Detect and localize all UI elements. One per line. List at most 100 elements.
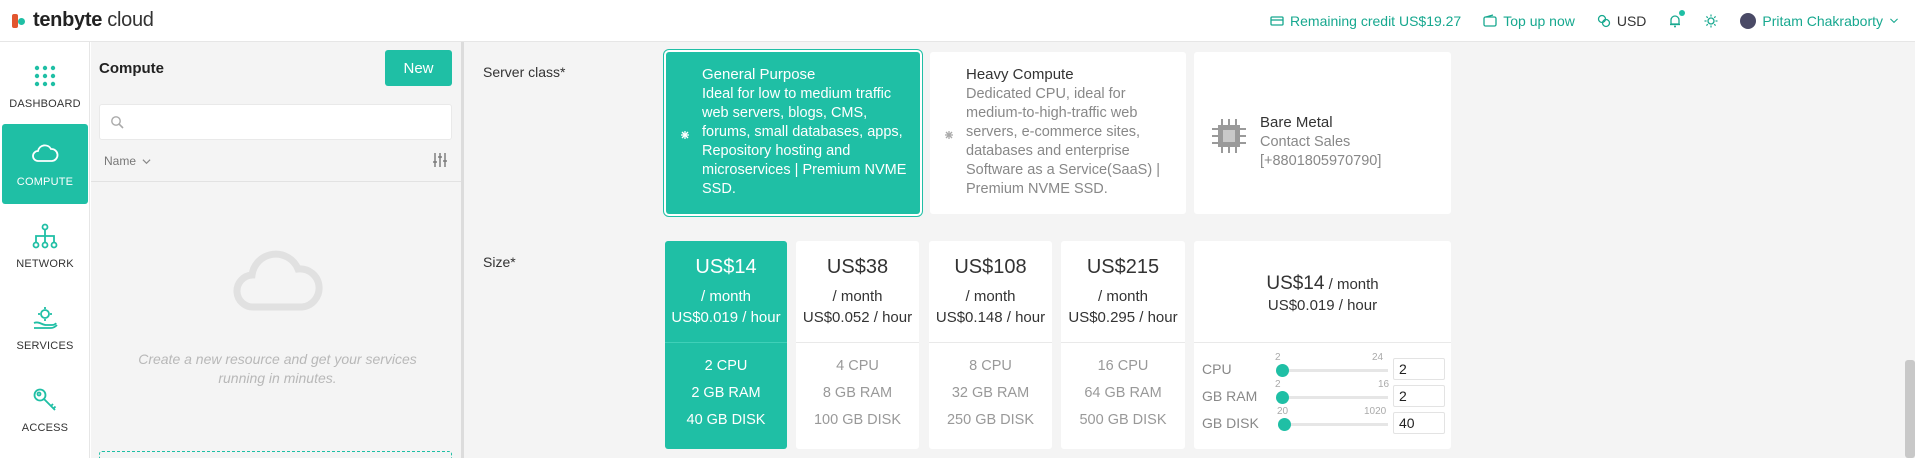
key-icon [33, 388, 57, 411]
slider-min: 20 [1277, 406, 1289, 417]
avatar [1740, 13, 1757, 29]
server-class-label: Server class* [483, 64, 566, 80]
plan-price: US$215 [1086, 256, 1160, 278]
left-nav: DASHBOARD COMPUTE NETWORK SERVICES ACCES… [0, 42, 90, 458]
server-class-heavy-compute[interactable]: Heavy Compute Dedicated CPU, ideal for m… [930, 52, 1186, 214]
bare-metal-title: Bare Metal [1260, 114, 1333, 131]
plan-cpu: 2 CPU [704, 358, 748, 374]
remaining-credit-text: Remaining credit US$19.27 [1290, 13, 1462, 29]
disk-slider-row: GB DISK 20 1020 [1202, 406, 1445, 434]
search-icon [111, 116, 124, 129]
nav-network[interactable]: NETWORK [2, 206, 88, 286]
top-nav: Remaining credit US$19.27 Top up now USD… [1270, 0, 1899, 42]
slider-label: CPU [1202, 361, 1232, 377]
search-box[interactable] [99, 104, 452, 140]
nav-access-label: ACCESS [21, 422, 69, 434]
currency-label: USD [1616, 13, 1647, 29]
slider-track[interactable] [1278, 369, 1388, 372]
plan-disk: 250 GB DISK [946, 412, 1035, 428]
side-panel-title: Compute [99, 60, 164, 77]
search-input[interactable] [132, 111, 442, 135]
remaining-credit: Remaining credit US$19.27 [1270, 13, 1461, 29]
server-class-title: General Purpose [702, 66, 816, 83]
plan-month: / month [700, 288, 752, 305]
cpu-input[interactable] [1393, 358, 1445, 380]
size-plan-card[interactable]: US$38 / month US$0.052 / hour 4 CPU 8 GB… [796, 241, 919, 449]
network-icon [32, 223, 58, 249]
slider-track[interactable] [1278, 423, 1388, 426]
plan-hour: US$0.019 / hour [671, 309, 781, 326]
slider-handle[interactable] [1277, 418, 1291, 431]
empty-state-text: Create a new resource and get your servi… [138, 351, 417, 386]
size-plan-card[interactable]: US$14 / month US$0.019 / hour 2 CPU 2 GB… [665, 241, 787, 449]
theme-toggle[interactable] [1704, 14, 1718, 28]
plan-ram: 64 GB RAM [1084, 385, 1162, 401]
ram-input[interactable] [1393, 385, 1445, 407]
nav-dashboard[interactable]: DASHBOARD [2, 46, 88, 126]
main-content: Server class* General Purpose Ideal for … [464, 42, 1915, 458]
ram-slider-row: GB RAM 2 16 [1202, 379, 1445, 407]
plan-cpu: 16 CPU [1097, 358, 1149, 374]
size-plan-card[interactable]: US$108 / month US$0.148 / hour 8 CPU 32 … [929, 241, 1052, 449]
bare-metal-contact: Contact Sales [+8801805970790] [1260, 133, 1420, 171]
grid-icon [34, 65, 56, 87]
coins-icon [1597, 14, 1610, 28]
plan-ram: 2 GB RAM [691, 385, 761, 401]
top-up-link[interactable]: Top up now [1483, 13, 1575, 29]
wallet-icon [1483, 14, 1497, 27]
sun-icon [1704, 14, 1718, 28]
notifications-button[interactable] [1668, 10, 1686, 28]
page-scrollbar[interactable] [1905, 360, 1915, 458]
currency-selector[interactable]: USD [1597, 13, 1647, 29]
custom-hour: US$0.019 / hour [1267, 297, 1378, 314]
plan-month: / month [832, 288, 883, 305]
nav-services[interactable]: SERVICES [2, 288, 88, 368]
list-divider [91, 181, 461, 182]
plan-cpu: 8 CPU [969, 358, 1012, 374]
custom-size-card[interactable]: US$14 / month US$0.019 / hour CPU 2 24 G… [1194, 241, 1451, 449]
server-class-desc: Dedicated CPU, ideal for medium-to-high-… [966, 86, 1160, 197]
size-plan-card[interactable]: US$215 / month US$0.295 / hour 16 CPU 64… [1061, 241, 1185, 449]
filter-sliders-icon[interactable] [432, 152, 448, 168]
user-menu[interactable]: Pritam Chakraborty [1740, 13, 1899, 29]
slider-label: GB RAM [1202, 388, 1258, 404]
plan-divider [1061, 342, 1185, 343]
slider-min: 2 [1275, 379, 1281, 390]
compute-side-panel: Compute New Name Create a new resource a… [91, 42, 464, 458]
disk-input[interactable] [1393, 412, 1445, 434]
slider-max: 16 [1378, 379, 1390, 390]
plan-hour: US$0.148 / hour [935, 309, 1046, 326]
name-column-label: Name [104, 154, 137, 168]
slider-handle[interactable] [1275, 364, 1289, 377]
bare-metal-line1: Contact Sales [1260, 134, 1351, 150]
radio-selected-icon [681, 131, 689, 139]
slider-label: GB DISK [1202, 415, 1259, 431]
chip-icon [1212, 119, 1246, 153]
size-label: Size* [483, 254, 516, 270]
slider-max: 1020 [1364, 406, 1387, 417]
cpu-slider-row: CPU 2 24 [1202, 352, 1445, 380]
plan-month: / month [965, 288, 1016, 305]
plan-ram: 8 GB RAM [822, 385, 893, 401]
plan-divider [929, 342, 1052, 343]
server-class-general-purpose[interactable]: General Purpose Ideal for low to medium … [666, 52, 920, 214]
logo-text-light: cloud [102, 9, 154, 31]
slider-track[interactable] [1278, 396, 1388, 399]
nav-compute-label: COMPUTE [16, 176, 74, 188]
plan-disk: 500 GB DISK [1079, 412, 1167, 428]
plan-disk: 40 GB DISK [686, 412, 766, 428]
name-column-header[interactable]: Name [104, 154, 151, 168]
nav-access[interactable]: ACCESS [2, 370, 88, 450]
slider-max: 24 [1372, 352, 1384, 363]
add-resource-dropzone[interactable] [99, 451, 452, 458]
server-class-bare-metal[interactable]: Bare Metal Contact Sales [+8801805970790… [1194, 52, 1451, 214]
plan-divider [796, 342, 919, 343]
slider-handle[interactable] [1275, 391, 1289, 404]
nav-compute[interactable]: COMPUTE [2, 124, 88, 204]
server-class-title: Heavy Compute [966, 66, 1074, 83]
new-button[interactable]: New [385, 50, 452, 86]
logo[interactable]: tenbyte cloud [12, 9, 154, 32]
custom-divider [1194, 342, 1451, 343]
logo-text-bold: tenbyte [33, 9, 103, 31]
user-name: Pritam Chakraborty [1762, 13, 1883, 29]
